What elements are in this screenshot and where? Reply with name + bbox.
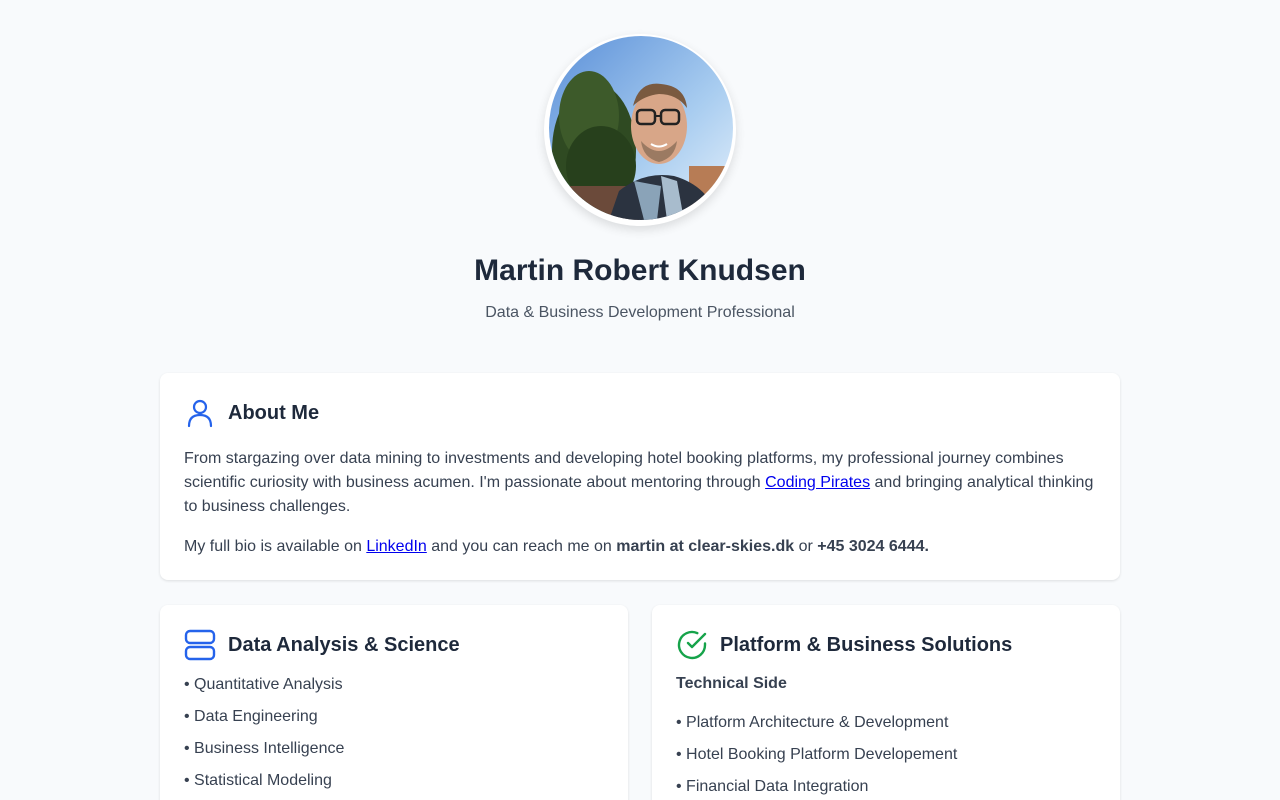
contact-email: martin at clear-skies.dk	[616, 538, 795, 555]
platform-card-title: Platform & Business Solutions	[720, 633, 1013, 656]
list-item: • Quantitative Analysis	[184, 676, 343, 693]
user-icon	[184, 397, 216, 429]
about-paragraph: From stargazing over data mining to inve…	[184, 447, 1096, 519]
list-item: • Platform Architecture & Development	[676, 714, 949, 731]
platform-skills-list: • Platform Architecture & Development • …	[676, 711, 1096, 799]
data-analysis-card: Data Analysis & Science • Quantitative A…	[160, 605, 628, 800]
data-skills-list: • Quantitative Analysis • Data Engineeri…	[184, 673, 604, 793]
profile-name: Martin Robert Knudsen	[474, 254, 806, 287]
platform-card-header: Platform & Business Solutions	[676, 629, 1096, 661]
list-item: • Business Intelligence	[184, 740, 345, 757]
contact-text-1: My full bio is available on	[184, 538, 367, 555]
linkedin-link[interactable]: LinkedIn	[366, 538, 427, 555]
data-card-title: Data Analysis & Science	[228, 633, 460, 656]
profile-tagline: Data & Business Development Professional	[485, 304, 795, 321]
about-card: About Me From stargazing over data minin…	[160, 373, 1120, 580]
platform-card: Platform & Business Solutions Technical …	[652, 605, 1120, 800]
contact-text-2: and you can reach me on	[426, 538, 617, 555]
database-icon	[184, 629, 216, 661]
contact-paragraph: My full bio is available on LinkedIn and…	[184, 535, 1096, 559]
technical-side-heading: Technical Side	[676, 675, 787, 692]
contact-phone: +45 3024 6444.	[817, 538, 929, 555]
list-item: • Statistical Modeling	[184, 772, 332, 789]
check-circle-icon	[676, 629, 708, 661]
about-title: About Me	[228, 401, 320, 424]
profile-page: Martin Robert Knudsen Data & Business De…	[0, 0, 1280, 800]
coding-pirates-link[interactable]: Coding Pirates	[765, 474, 870, 491]
avatar-frame	[544, 34, 736, 226]
list-item: • Financial Data Integration	[676, 778, 869, 795]
contact-text-3: or	[794, 538, 818, 555]
data-card-header: Data Analysis & Science	[184, 629, 604, 661]
about-card-header: About Me	[184, 397, 1096, 429]
avatar	[549, 36, 733, 220]
list-item: • Hotel Booking Platform Developement	[676, 746, 958, 763]
list-item: • Data Engineering	[184, 708, 318, 725]
